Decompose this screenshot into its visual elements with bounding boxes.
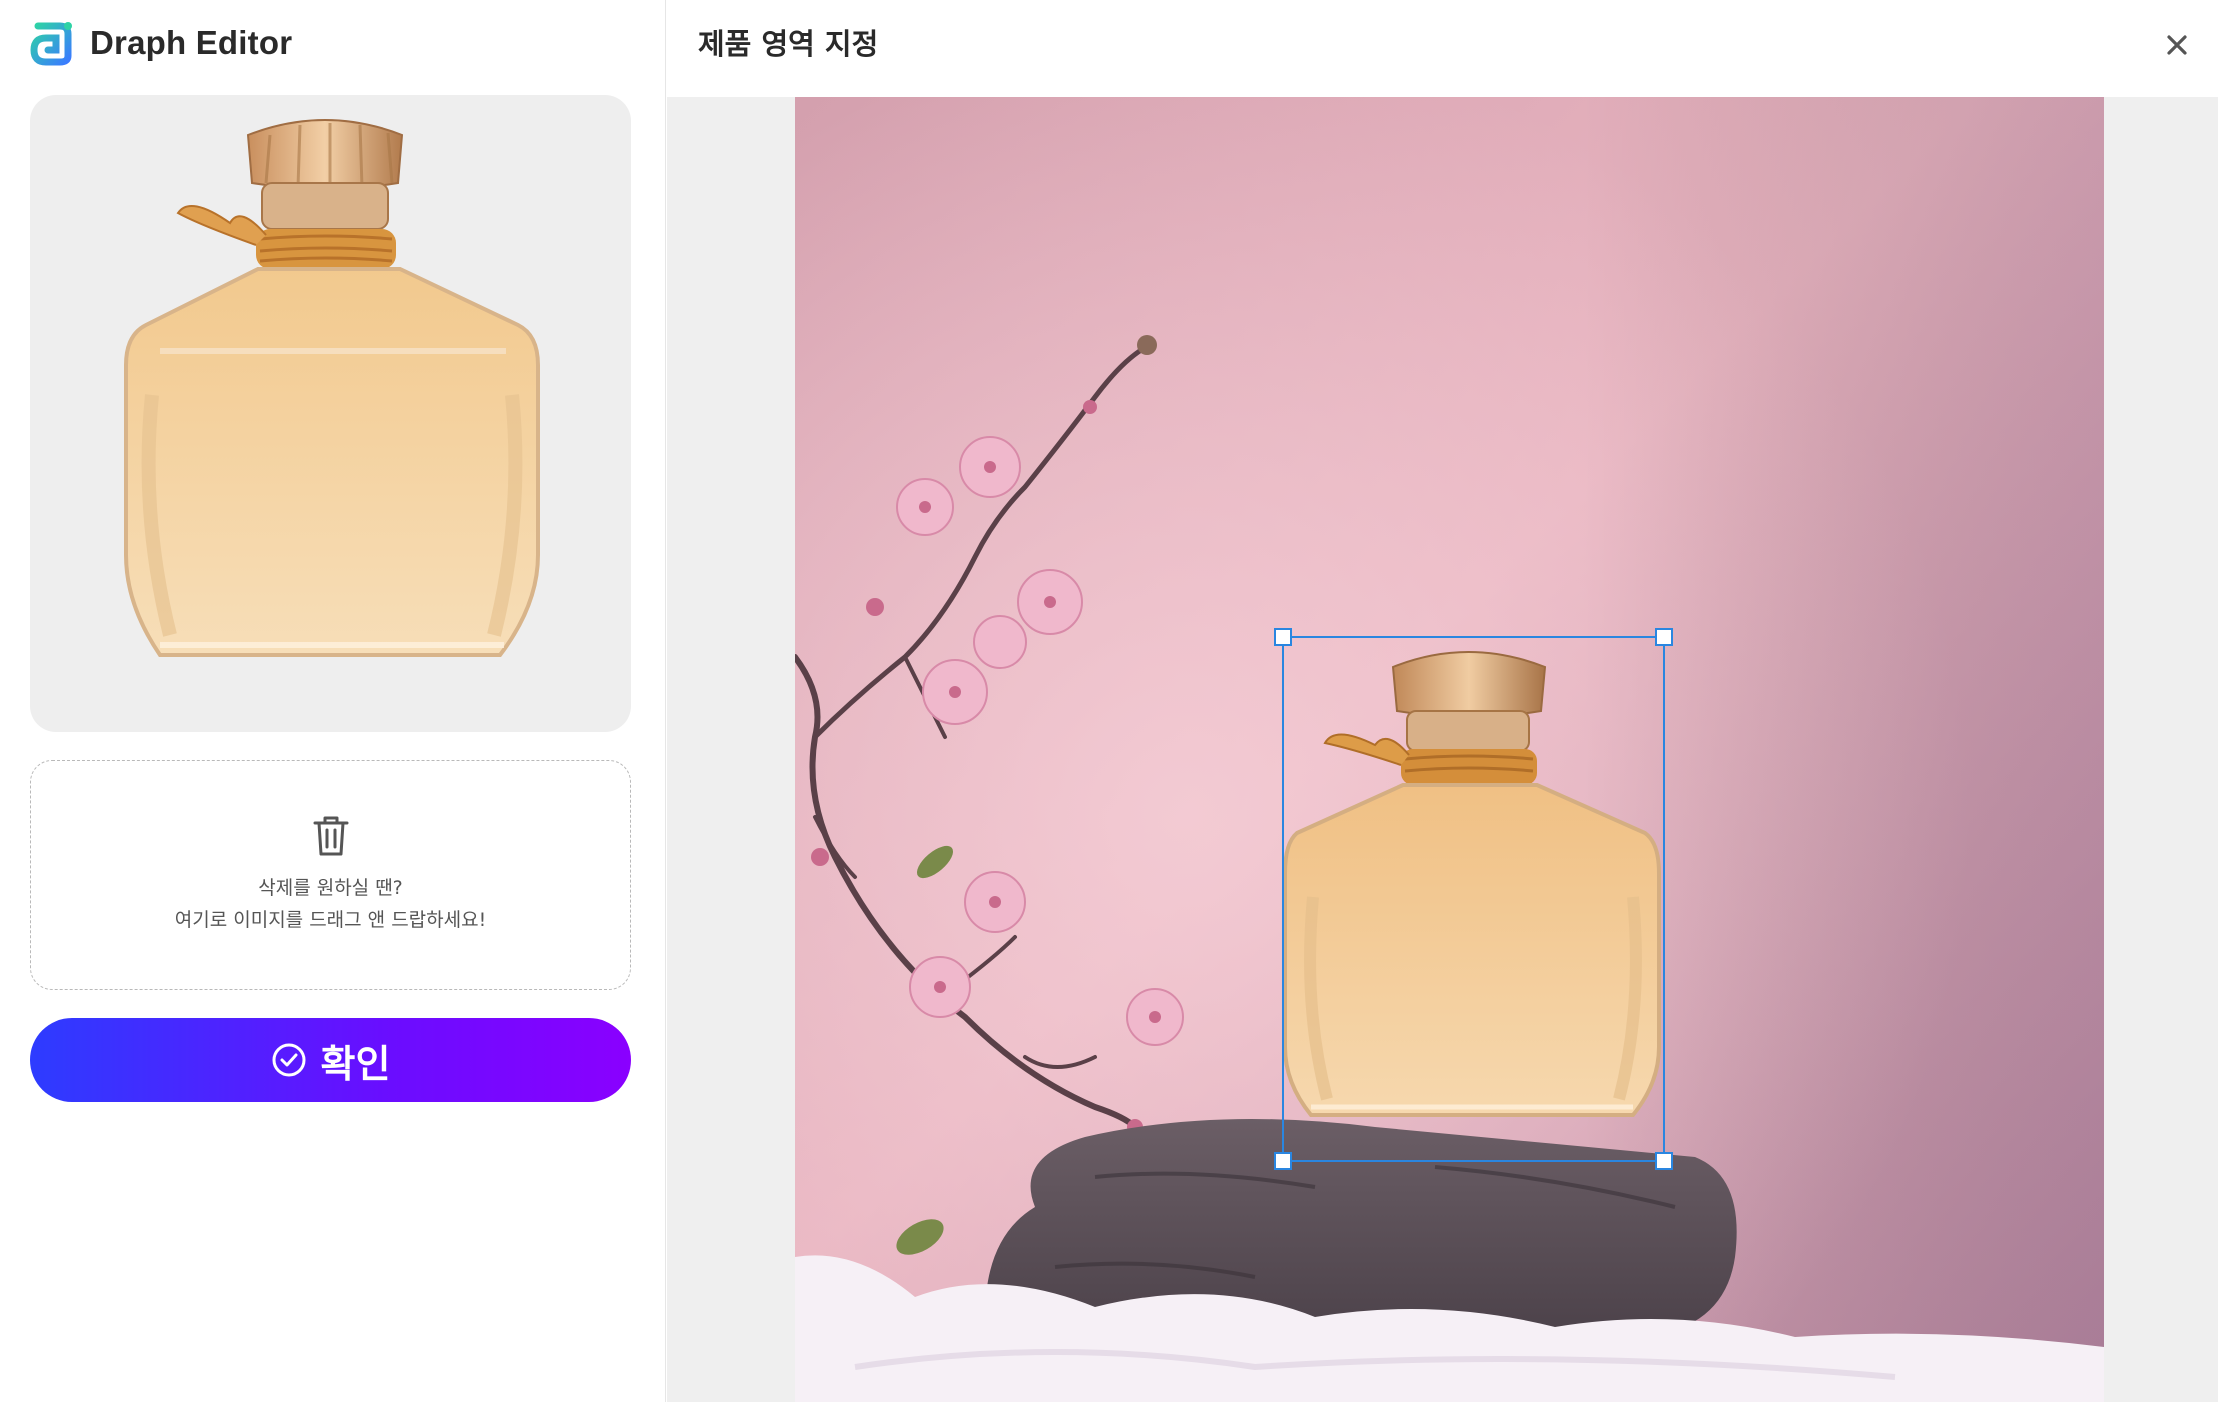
confirm-button[interactable]: 확인	[30, 1018, 631, 1102]
dropzone-hint-line2: 여기로 이미지를 드래그 앤 드랍하세요!	[174, 909, 487, 931]
editor-panel: 제품 영역 지정	[667, 0, 2218, 1402]
editor-header: 제품 영역 지정	[667, 0, 2218, 97]
scene-image	[795, 97, 2104, 1402]
brand: Draph Editor	[30, 20, 292, 66]
close-icon[interactable]	[2162, 30, 2192, 60]
product-area-canvas[interactable]	[795, 97, 2104, 1402]
check-circle-icon	[272, 1043, 306, 1077]
delete-dropzone[interactable]: 삭제를 원하실 땐? 여기로 이미지를 드래그 앤 드랍하세요!	[30, 760, 631, 990]
app-logo-icon	[30, 22, 72, 66]
left-panel: Draph Editor 삭제를 원하실 땐? 여기로 이미지를 드래그 앤 드…	[0, 0, 666, 1402]
confirm-button-label: 확인	[320, 1043, 391, 1086]
dropzone-hint-line1: 삭제를 원하실 땐?	[258, 877, 403, 899]
app-name: Draph Editor	[90, 24, 293, 61]
trash-icon	[313, 816, 348, 856]
perfume-bottle-image	[124, 119, 540, 657]
product-thumbnail[interactable]	[30, 95, 631, 732]
editor-title: 제품 영역 지정	[698, 27, 879, 61]
